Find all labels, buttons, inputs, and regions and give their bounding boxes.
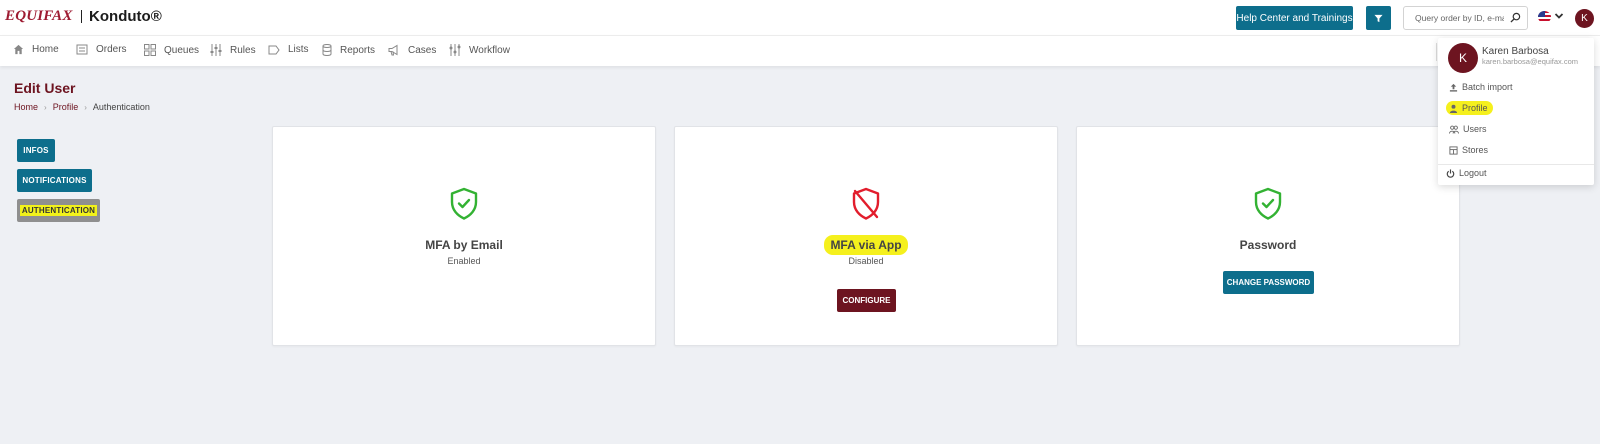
change-password-button[interactable]: CHANGE PASSWORD [1223, 271, 1314, 294]
user-email: karen.barbosa@equifax.com [1482, 57, 1578, 66]
user-menu: K Karen Barbosa karen.barbosa@equifax.co… [1438, 38, 1594, 185]
user-icon [1449, 104, 1458, 113]
menu-item-users[interactable]: Users [1449, 124, 1487, 134]
page-title: Edit User [14, 80, 76, 96]
search-icon[interactable] [1510, 12, 1521, 23]
help-center-button[interactable]: Help Center and Trainings [1236, 6, 1353, 30]
card-status: Enabled [447, 256, 481, 266]
users-icon [1449, 125, 1459, 134]
menu-item-profile[interactable]: Profile [1446, 101, 1493, 115]
filter-button[interactable] [1366, 6, 1391, 30]
sliders-icon [210, 44, 222, 56]
logo[interactable]: EQUIFAX Konduto® [5, 8, 162, 25]
card-title: Password [1239, 238, 1297, 252]
nav-item-orders[interactable]: Orders [76, 44, 127, 55]
nav-label: Lists [288, 44, 309, 55]
menu-item-batch-import[interactable]: Batch import [1449, 82, 1513, 92]
nav-label: Queues [164, 44, 200, 56]
mfa-app-card: MFA via App Disabled CONFIGURE [674, 126, 1058, 346]
tab-authentication-label: AUTHENTICATION [19, 205, 98, 216]
nav-item-reports[interactable]: Reports [322, 44, 375, 56]
chevron-down-icon[interactable] [1554, 11, 1564, 21]
menu-divider [1438, 164, 1594, 165]
nav-item-queues[interactable]: Queues [144, 44, 199, 56]
grid-icon [144, 44, 156, 56]
nav-label: Home [32, 44, 59, 55]
nav-item-home[interactable]: Home [13, 44, 59, 55]
breadcrumb-profile[interactable]: Profile [53, 102, 79, 112]
nav-item-rules[interactable]: Rules [210, 44, 256, 56]
menu-item-label: Batch import [1462, 82, 1513, 92]
database-icon [322, 44, 332, 56]
nav-item-lists[interactable]: Lists [268, 44, 309, 55]
user-avatar[interactable]: K [1575, 9, 1594, 28]
equifax-logo: EQUIFAX [5, 8, 73, 24]
mfa-email-card: MFA by Email Enabled [272, 126, 656, 346]
us-flag-icon[interactable] [1538, 11, 1551, 23]
orders-icon [76, 44, 88, 55]
password-card: Password CHANGE PASSWORD [1076, 126, 1460, 346]
nav-label: Rules [230, 44, 256, 56]
breadcrumb-home[interactable]: Home [14, 102, 38, 112]
tab-authentication[interactable]: AUTHENTICATION [17, 199, 100, 222]
main-nav: Home Orders Queues Rules Lists Reports C… [0, 35, 1600, 66]
card-title-highlight: MFA via App [824, 235, 908, 255]
filter-icon [1374, 14, 1383, 22]
upload-icon [1449, 83, 1458, 92]
user-name: Karen Barbosa [1482, 46, 1549, 57]
shield-off-icon [852, 187, 880, 220]
logo-divider [80, 10, 83, 23]
menu-item-label: Logout [1459, 168, 1487, 178]
tab-infos[interactable]: INFOS [17, 139, 55, 162]
shield-check-icon [450, 187, 478, 220]
breadcrumb-current: Authentication [92, 102, 150, 112]
card-title: MFA via App [675, 235, 1057, 255]
menu-item-label: Stores [1462, 145, 1489, 155]
nav-label: Cases [408, 44, 437, 56]
power-icon [1446, 168, 1455, 178]
menu-item-label: Profile [1462, 103, 1488, 113]
card-status: Disabled [848, 256, 884, 266]
menu-item-label: Users [1463, 124, 1487, 134]
top-header: EQUIFAX Konduto® Help Center and Trainin… [0, 0, 1600, 35]
breadcrumb-separator: › [84, 102, 87, 112]
menu-item-logout[interactable]: Logout [1446, 168, 1487, 178]
nav-label: Orders [96, 44, 127, 55]
configure-button[interactable]: CONFIGURE [837, 289, 896, 312]
nav-divider [1436, 43, 1437, 61]
nav-label: Reports [340, 44, 376, 56]
store-icon [1449, 145, 1458, 155]
search-input[interactable] [1404, 13, 1504, 23]
shield-check-icon [1254, 187, 1282, 220]
breadcrumb-separator: › [44, 102, 47, 112]
breadcrumb: Home › Profile › Authentication [14, 102, 150, 112]
konduto-logo: Konduto® [89, 8, 162, 25]
tag-icon [268, 45, 280, 54]
workflow-icon [449, 44, 461, 56]
nav-item-cases[interactable]: Cases [388, 44, 436, 56]
user-menu-avatar: K [1448, 43, 1478, 73]
tab-notifications[interactable]: NOTIFICATIONS [17, 169, 92, 192]
nav-item-workflow[interactable]: Workflow [449, 44, 510, 56]
megaphone-icon [388, 44, 398, 56]
home-icon [13, 44, 24, 55]
search-box[interactable] [1403, 6, 1528, 30]
menu-item-stores[interactable]: Stores [1449, 145, 1488, 155]
card-title: MFA by Email [425, 238, 503, 252]
nav-label: Workflow [469, 44, 510, 56]
